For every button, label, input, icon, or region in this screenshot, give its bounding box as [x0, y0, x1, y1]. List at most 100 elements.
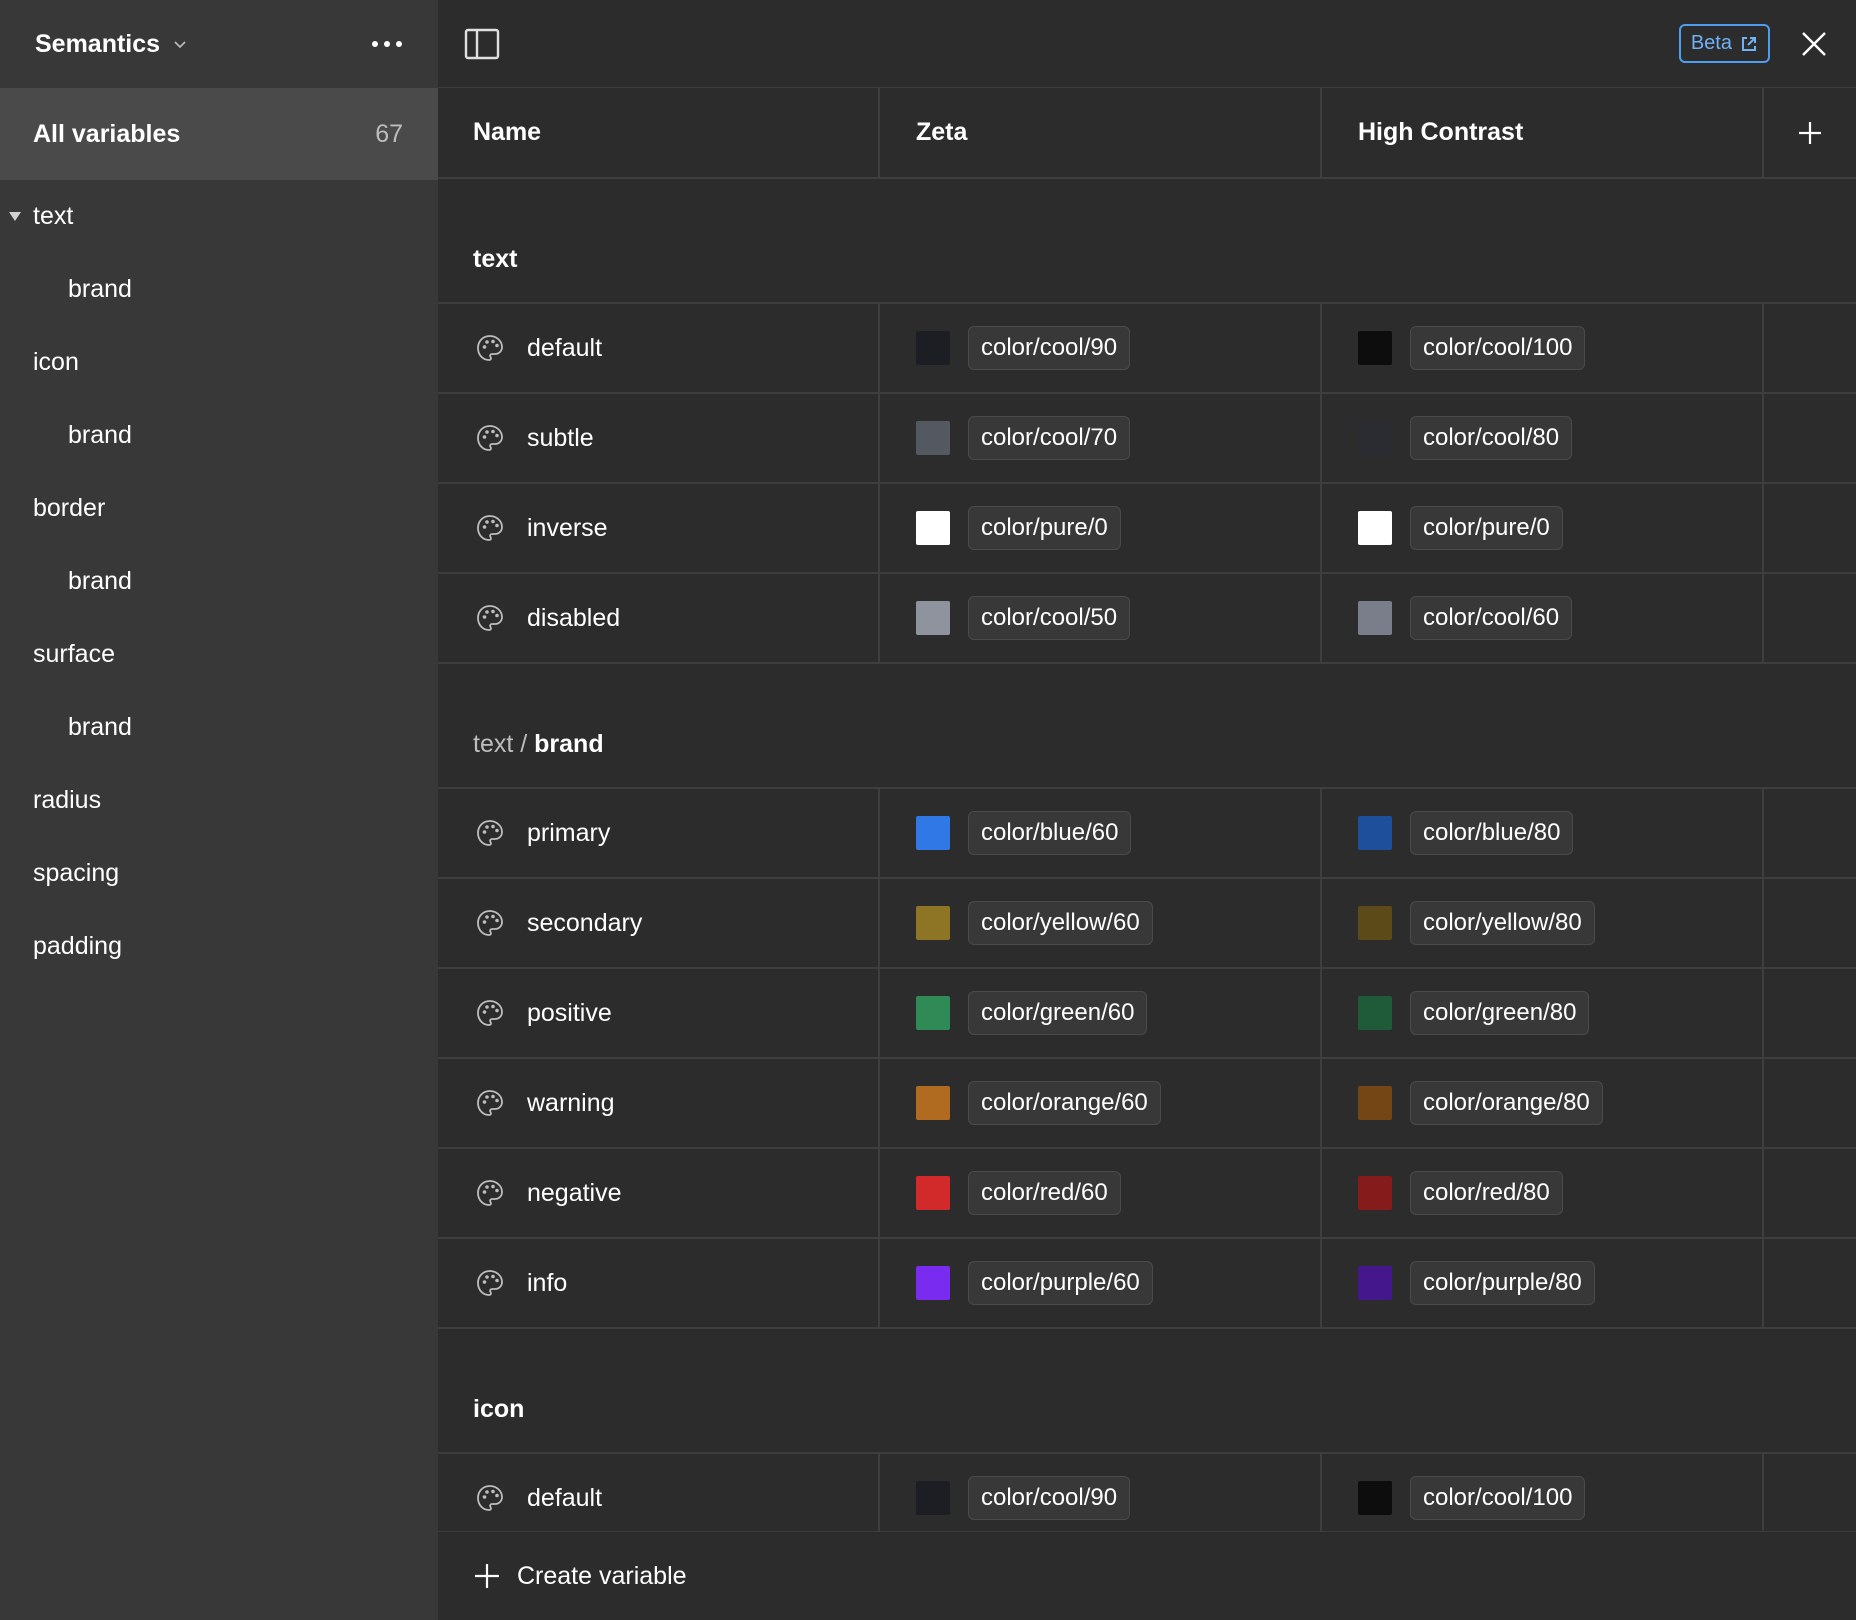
- sidebar-toggle-icon[interactable]: [464, 28, 500, 60]
- variable-name-cell[interactable]: secondary: [438, 879, 880, 967]
- variable-row: primary color/blue/60 color/blue/80: [438, 789, 1856, 879]
- variable-name-cell[interactable]: subtle: [438, 394, 880, 482]
- high-contrast-value-cell[interactable]: color/yellow/80: [1322, 879, 1764, 967]
- alias-chip[interactable]: color/blue/80: [1410, 811, 1574, 855]
- alias-chip[interactable]: color/pure/0: [1410, 506, 1563, 550]
- alias-chip[interactable]: color/orange/60: [968, 1081, 1161, 1125]
- color-palette-icon: [477, 1270, 503, 1296]
- sidebar-group-border[interactable]: border: [0, 472, 438, 545]
- color-swatch: [1358, 1266, 1392, 1300]
- variable-name-cell[interactable]: info: [438, 1239, 880, 1327]
- alias-chip[interactable]: color/purple/60: [968, 1261, 1153, 1305]
- more-options-button[interactable]: [362, 31, 412, 57]
- alias-chip[interactable]: color/cool/70: [968, 416, 1131, 460]
- more-icon-dot: [384, 41, 390, 47]
- alias-chip[interactable]: color/cool/90: [968, 1476, 1131, 1520]
- variable-name-cell[interactable]: primary: [438, 789, 880, 877]
- high-contrast-value-cell[interactable]: color/cool/100: [1322, 304, 1764, 392]
- variable-name-cell[interactable]: inverse: [438, 484, 880, 572]
- sidebar-group-child-brand[interactable]: brand: [0, 545, 438, 618]
- variable-name-cell[interactable]: default: [438, 1454, 880, 1542]
- sidebar-group-surface[interactable]: surface: [0, 618, 438, 691]
- alias-chip[interactable]: color/green/60: [968, 991, 1148, 1035]
- sidebar-group-child-brand[interactable]: brand: [0, 399, 438, 472]
- sidebar-group-text[interactable]: text: [0, 180, 438, 253]
- high-contrast-value-cell[interactable]: color/pure/0: [1322, 484, 1764, 572]
- column-header-zeta[interactable]: Zeta: [880, 88, 1322, 177]
- high-contrast-value-cell[interactable]: color/cool/60: [1322, 574, 1764, 662]
- color-swatch: [916, 421, 950, 455]
- create-variable-button[interactable]: Create variable: [438, 1531, 1856, 1620]
- high-contrast-value-cell[interactable]: color/orange/80: [1322, 1059, 1764, 1147]
- close-icon[interactable]: [1800, 30, 1828, 58]
- high-contrast-value-cell[interactable]: color/blue/80: [1322, 789, 1764, 877]
- high-contrast-value-cell[interactable]: color/purple/80: [1322, 1239, 1764, 1327]
- sidebar-group-radius[interactable]: radius: [0, 764, 438, 837]
- sidebar-group-padding[interactable]: padding: [0, 910, 438, 983]
- alias-chip[interactable]: color/cool/80: [1410, 416, 1573, 460]
- variable-name: warning: [527, 1088, 615, 1117]
- alias-chip[interactable]: color/yellow/80: [1410, 901, 1595, 945]
- create-variable-label: Create variable: [517, 1561, 687, 1590]
- add-mode-button[interactable]: [1764, 88, 1856, 177]
- alias-chip[interactable]: color/cool/50: [968, 596, 1131, 640]
- variable-name-cell[interactable]: warning: [438, 1059, 880, 1147]
- alias-chip[interactable]: color/yellow/60: [968, 901, 1153, 945]
- alias-chip[interactable]: color/cool/100: [1410, 1476, 1586, 1520]
- sidebar-group-icon[interactable]: icon: [0, 326, 438, 399]
- section-header-brand: text / brand: [438, 664, 1856, 789]
- alias-chip[interactable]: color/orange/80: [1410, 1081, 1603, 1125]
- zeta-value-cell[interactable]: color/purple/60: [880, 1239, 1322, 1327]
- alias-chip[interactable]: color/red/60: [968, 1171, 1121, 1215]
- alias-chip[interactable]: color/purple/80: [1410, 1261, 1595, 1305]
- expand-triangle-icon[interactable]: [9, 211, 21, 221]
- zeta-value-cell[interactable]: color/blue/60: [880, 789, 1322, 877]
- alias-chip[interactable]: color/cool/100: [1410, 326, 1586, 370]
- sidebar-group-label: spacing: [33, 859, 120, 887]
- sidebar-group-child-brand[interactable]: brand: [0, 691, 438, 764]
- beta-badge-link[interactable]: Beta: [1678, 24, 1770, 63]
- alias-chip[interactable]: color/green/80: [1410, 991, 1590, 1035]
- color-palette-icon: [477, 335, 503, 361]
- more-icon-dot: [396, 41, 402, 47]
- high-contrast-value-cell[interactable]: color/green/80: [1322, 969, 1764, 1057]
- alias-chip[interactable]: color/blue/60: [968, 811, 1132, 855]
- collection-selector[interactable]: Semantics: [35, 30, 188, 59]
- sidebar-group-child-brand[interactable]: brand: [0, 253, 438, 326]
- sidebar-header: Semantics: [0, 0, 438, 88]
- sidebar-group-label: padding: [33, 932, 122, 960]
- alias-chip[interactable]: color/cool/90: [968, 326, 1131, 370]
- zeta-value-cell[interactable]: color/yellow/60: [880, 879, 1322, 967]
- toolbar-right: Beta: [1678, 24, 1828, 63]
- column-header-high-contrast[interactable]: High Contrast: [1322, 88, 1764, 177]
- zeta-value-cell[interactable]: color/green/60: [880, 969, 1322, 1057]
- external-link-icon: [1742, 36, 1756, 51]
- zeta-value-cell[interactable]: color/cool/50: [880, 574, 1322, 662]
- alias-chip[interactable]: color/red/80: [1410, 1171, 1563, 1215]
- variable-name: negative: [527, 1178, 622, 1207]
- zeta-value-cell[interactable]: color/orange/60: [880, 1059, 1322, 1147]
- variable-name-cell[interactable]: positive: [438, 969, 880, 1057]
- high-contrast-value-cell[interactable]: color/red/80: [1322, 1149, 1764, 1237]
- variable-name: primary: [527, 818, 611, 847]
- variable-name-cell[interactable]: negative: [438, 1149, 880, 1237]
- collection-name: Semantics: [35, 29, 161, 58]
- variable-name-cell[interactable]: disabled: [438, 574, 880, 662]
- empty-mode-cell: [1764, 1454, 1856, 1542]
- variable-name-cell[interactable]: default: [438, 304, 880, 392]
- high-contrast-value-cell[interactable]: color/cool/80: [1322, 394, 1764, 482]
- high-contrast-value-cell[interactable]: color/cool/100: [1322, 1454, 1764, 1542]
- zeta-value-cell[interactable]: color/cool/90: [880, 304, 1322, 392]
- zeta-value-cell[interactable]: color/cool/70: [880, 394, 1322, 482]
- alias-chip[interactable]: color/cool/60: [1410, 596, 1573, 640]
- all-variables-item[interactable]: All variables 67: [0, 88, 438, 180]
- color-palette-icon: [477, 515, 503, 541]
- alias-chip[interactable]: color/pure/0: [968, 506, 1121, 550]
- color-swatch: [1358, 1086, 1392, 1120]
- zeta-value-cell[interactable]: color/cool/90: [880, 1454, 1322, 1542]
- zeta-value-cell[interactable]: color/pure/0: [880, 484, 1322, 572]
- sidebar-group-spacing[interactable]: spacing: [0, 837, 438, 910]
- sidebar-group-label: surface: [33, 640, 115, 668]
- zeta-value-cell[interactable]: color/red/60: [880, 1149, 1322, 1237]
- color-palette-icon: [477, 1000, 503, 1026]
